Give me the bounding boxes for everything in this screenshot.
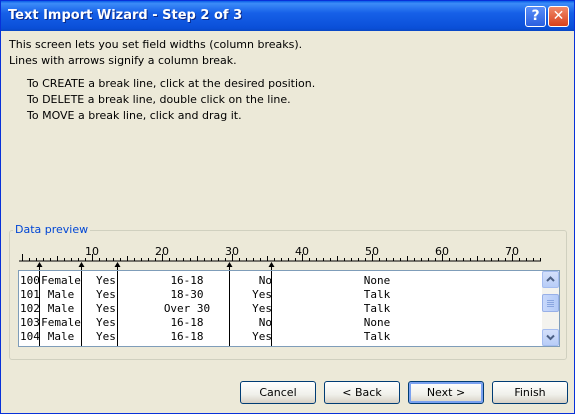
cell-age: 16-18 xyxy=(170,274,204,287)
table-row: 103 Female Yes 16-18 No None xyxy=(20,316,542,330)
cell-yes: Yes xyxy=(96,302,116,315)
window-title: Text Import Wizard - Step 2 of 3 xyxy=(8,8,243,23)
cell-yes: Yes xyxy=(96,330,116,343)
ruler-label: 40 xyxy=(295,245,309,258)
next-button[interactable]: Next > xyxy=(408,381,484,404)
cell-id: 101 xyxy=(20,288,40,301)
cell-age: Over 30 xyxy=(163,302,211,315)
back-button[interactable]: < Back xyxy=(324,381,400,404)
table-row: 101 Male Yes 18-30 Yes Talk xyxy=(20,288,542,302)
column-break-line[interactable] xyxy=(229,271,230,346)
cell-age: 18-30 xyxy=(170,288,204,301)
cell-age: 16-18 xyxy=(170,330,204,343)
intro-line: Lines with arrows signify a column break… xyxy=(9,54,237,67)
cell-id: 100 xyxy=(20,274,40,287)
ruler-label: 30 xyxy=(225,245,239,258)
help-button[interactable]: ? xyxy=(525,6,546,27)
cell-id: 104 xyxy=(20,330,40,343)
ruler-label: 10 xyxy=(85,245,99,258)
finish-button[interactable]: Finish xyxy=(492,381,568,404)
column-break-line[interactable] xyxy=(39,271,40,346)
data-preview-pane[interactable]: 100 Female Yes 16-18 No None 101 Male Ye… xyxy=(18,270,560,347)
scroll-up-button[interactable] xyxy=(542,271,559,288)
ruler-label: 20 xyxy=(155,245,169,258)
chevron-up-icon xyxy=(546,276,555,282)
close-button[interactable]: ✕ xyxy=(548,6,569,27)
preview-rows: 100 Female Yes 16-18 No None 101 Male Ye… xyxy=(20,274,542,344)
column-break-line[interactable] xyxy=(81,271,82,346)
data-preview-label: Data preview xyxy=(13,223,91,236)
intro-text: This screen lets you set field widths (c… xyxy=(9,37,302,69)
title-bar[interactable]: Text Import Wizard - Step 2 of 3 ? ✕ xyxy=(1,1,574,31)
column-break-line[interactable] xyxy=(271,271,272,346)
ruler-label: 60 xyxy=(435,245,449,258)
cell-talk: Talk xyxy=(363,330,391,343)
instruction-create: To CREATE a break line, click at the des… xyxy=(27,77,316,90)
table-row: 102 Male Yes Over 30 Yes Talk xyxy=(20,302,542,316)
column-ruler[interactable]: 10 20 30 40 50 60 70 xyxy=(1,241,575,271)
help-icon: ? xyxy=(531,8,540,24)
cell-yes: Yes xyxy=(96,316,116,329)
ruler-tick-marks xyxy=(22,254,541,261)
cell-id: 103 xyxy=(20,316,40,329)
cell-flag: Yes xyxy=(252,288,272,301)
cell-id: 102 xyxy=(20,302,40,315)
vertical-scrollbar[interactable] xyxy=(542,271,559,346)
text-import-wizard-dialog: Text Import Wizard - Step 2 of 3 ? ✕ Thi… xyxy=(0,0,575,414)
cell-talk: None xyxy=(363,274,391,287)
cancel-button[interactable]: Cancel xyxy=(240,381,316,404)
cell-gender: Male xyxy=(47,288,75,301)
column-break-line[interactable] xyxy=(117,271,118,346)
instruction-delete: To DELETE a break line, double click on … xyxy=(27,93,291,106)
ruler-label: 50 xyxy=(365,245,379,258)
cell-gender: Male xyxy=(47,330,75,343)
cell-talk: Talk xyxy=(363,288,391,301)
scroll-down-button[interactable] xyxy=(542,329,559,346)
cell-flag: Yes xyxy=(252,330,272,343)
cell-age: 16-18 xyxy=(170,316,204,329)
scroll-thumb[interactable] xyxy=(542,294,559,312)
cell-talk: None xyxy=(363,316,391,329)
chevron-down-icon xyxy=(546,334,555,341)
close-icon: ✕ xyxy=(552,8,565,24)
intro-line: This screen lets you set field widths (c… xyxy=(9,38,303,51)
cell-yes: Yes xyxy=(96,288,116,301)
instructions: To CREATE a break line, click at the des… xyxy=(27,76,315,124)
cell-gender: Male xyxy=(47,302,75,315)
cell-gender: Female xyxy=(41,316,81,329)
table-row: 104 Male Yes 16-18 Yes Talk xyxy=(20,330,542,344)
cell-flag: No xyxy=(258,316,272,329)
cell-talk: Talk xyxy=(363,302,391,315)
cell-flag: Yes xyxy=(252,302,272,315)
instruction-move: To MOVE a break line, click and drag it. xyxy=(27,109,242,122)
table-row: 100 Female Yes 16-18 No None xyxy=(20,274,542,288)
cell-yes: Yes xyxy=(96,274,116,287)
ruler-label: 70 xyxy=(505,245,519,258)
cell-flag: No xyxy=(258,274,272,287)
cell-gender: Female xyxy=(41,274,81,287)
